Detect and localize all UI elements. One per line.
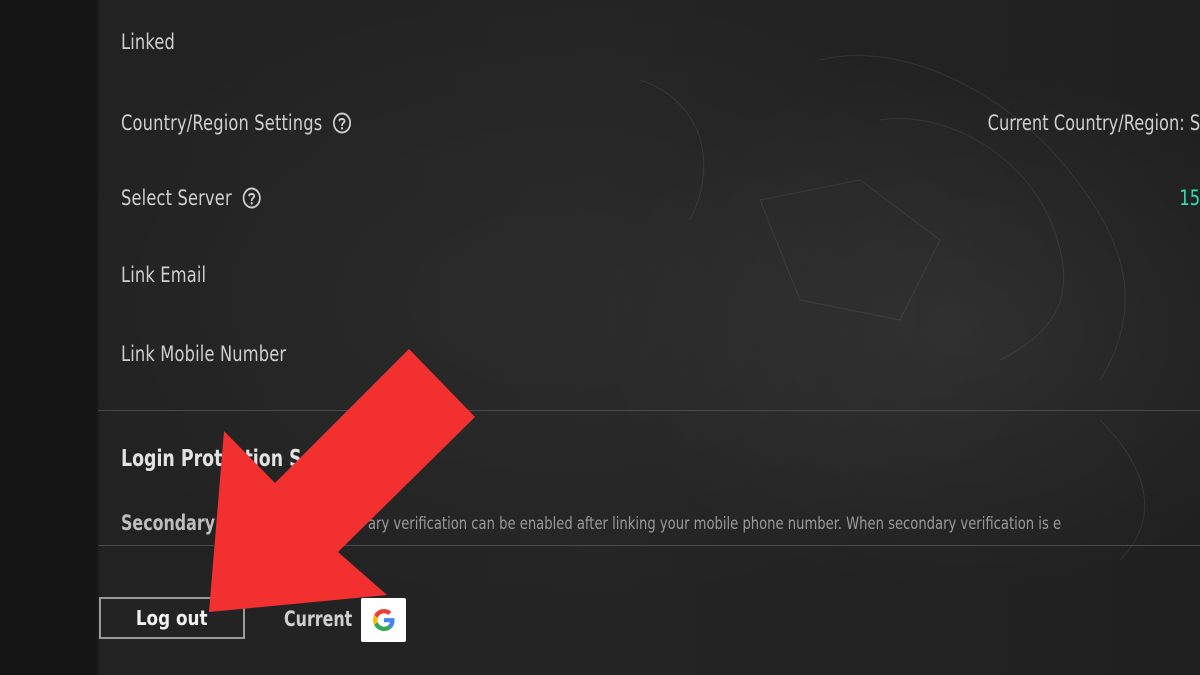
linked-label: Linked xyxy=(121,30,175,54)
link-email-row[interactable]: Link Email xyxy=(121,263,206,287)
server-value[interactable]: 15 xyxy=(1179,186,1200,210)
link-mobile-number-row[interactable]: Link Mobile Number xyxy=(121,342,286,366)
country-region-settings-row[interactable]: Country/Region Settings xyxy=(121,111,352,135)
select-server-label: Select Server xyxy=(121,186,232,210)
current-account-badge xyxy=(361,598,406,642)
google-icon xyxy=(372,609,395,631)
select-server-row[interactable]: Select Server xyxy=(121,186,261,210)
section-divider xyxy=(98,410,1200,411)
current-country-region-value[interactable]: Current Country/Region: S xyxy=(987,111,1200,135)
secondary-verification-label: Secondary xyxy=(121,511,216,535)
help-icon[interactable] xyxy=(333,112,352,134)
section-divider-bottom xyxy=(98,545,1200,546)
help-icon[interactable] xyxy=(242,187,261,209)
logout-button[interactable]: Log out xyxy=(99,597,245,639)
account-settings-panel: Linked Country/Region Settings Current C… xyxy=(98,0,1200,560)
login-protection-title: Login Protection S xyxy=(121,446,302,472)
secondary-verification-description: ary verification can be enabled after li… xyxy=(368,514,1062,534)
logout-button-label: Log out xyxy=(136,606,208,630)
current-account-label: Current xyxy=(284,607,353,631)
country-region-label: Country/Region Settings xyxy=(121,111,323,135)
